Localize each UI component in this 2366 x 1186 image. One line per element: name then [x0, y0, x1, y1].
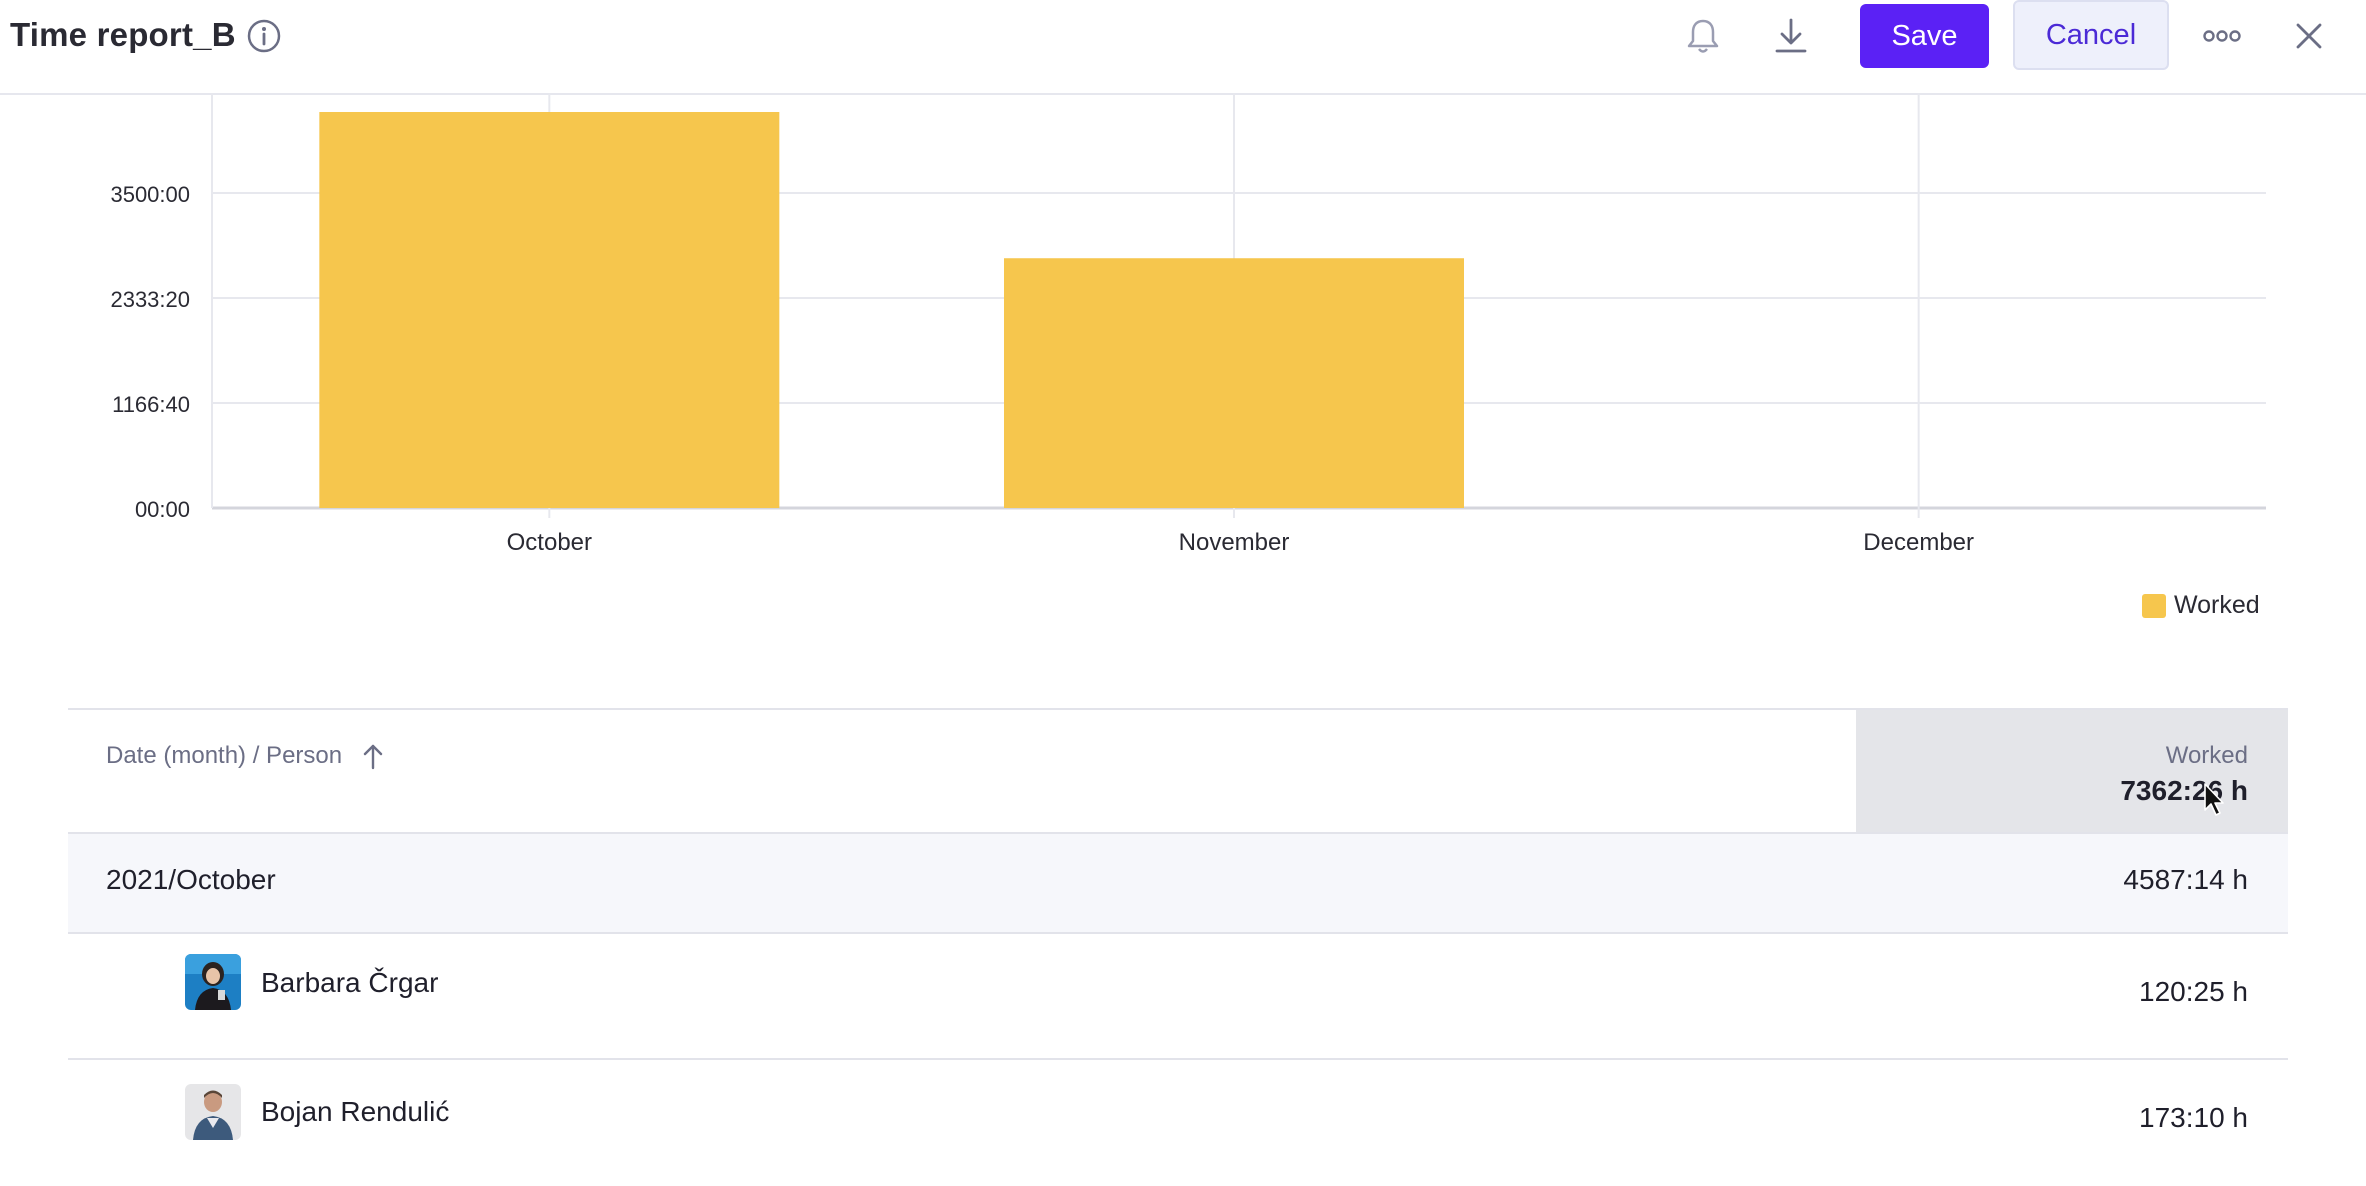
person-worked-value: 173:10 h [2139, 1102, 2248, 1133]
table-header: Date (month) / Person Worked 7362:26 h [68, 708, 2288, 834]
x-tick-label: November [1179, 529, 1290, 556]
bar-november [1004, 258, 1464, 508]
table-group-row[interactable]: 2021/October 4587:14 h [68, 834, 2288, 934]
save-button[interactable]: Save [1860, 4, 1989, 68]
sort-ascending-icon[interactable] [360, 742, 386, 770]
table-row[interactable]: Bojan Rendulić 173:10 h [68, 1060, 2288, 1186]
info-icon[interactable] [246, 18, 282, 54]
download-icon[interactable] [1769, 14, 1813, 58]
column-header-label: Date (month) / Person [106, 742, 343, 769]
bar-october [319, 112, 780, 508]
y-tick-label: 1166:40 [112, 392, 190, 417]
report-table: Date (month) / Person Worked 7362:26 h 2… [68, 708, 2288, 1186]
more-icon[interactable] [2200, 14, 2244, 58]
cancel-button[interactable]: Cancel [2013, 0, 2169, 70]
report-title: Time report_B [10, 16, 236, 53]
y-tick-label: 00:00 [135, 497, 190, 522]
column-header-date-person[interactable]: Date (month) / Person [106, 742, 386, 770]
close-icon[interactable] [2287, 14, 2331, 58]
table-row[interactable]: Barbara Črgar 120:25 h [68, 934, 2288, 1060]
group-worked-value: 4587:14 h [2123, 864, 2248, 895]
x-tick-label: October [507, 529, 592, 556]
bell-icon[interactable] [1681, 14, 1725, 58]
mouse-cursor-icon [2203, 782, 2227, 818]
person-worked-value: 120:25 h [2139, 976, 2248, 1007]
chart-legend: Worked [2142, 591, 2260, 620]
avatar [185, 1084, 241, 1140]
report-header: Time report_B Save Cancel [0, 0, 2366, 95]
worked-column-label: Worked [2165, 742, 2248, 769]
y-tick-label: 3500:00 [110, 182, 190, 207]
worked-bar-chart: 00:00 1166:40 2333:20 3500:00 October Novembe… [110, 93, 2266, 556]
avatar [185, 954, 241, 1010]
worked-total: 7362:26 h [2120, 775, 2248, 806]
person-name: Barbara Črgar [261, 967, 439, 998]
x-tick-label: December [1863, 529, 1974, 556]
legend-label-worked: Worked [2174, 591, 2260, 619]
y-tick-label: 2333:20 [110, 287, 190, 312]
person-name: Bojan Rendulić [261, 1096, 450, 1127]
group-label: 2021/October [106, 864, 276, 895]
legend-swatch-worked [2142, 593, 2166, 618]
